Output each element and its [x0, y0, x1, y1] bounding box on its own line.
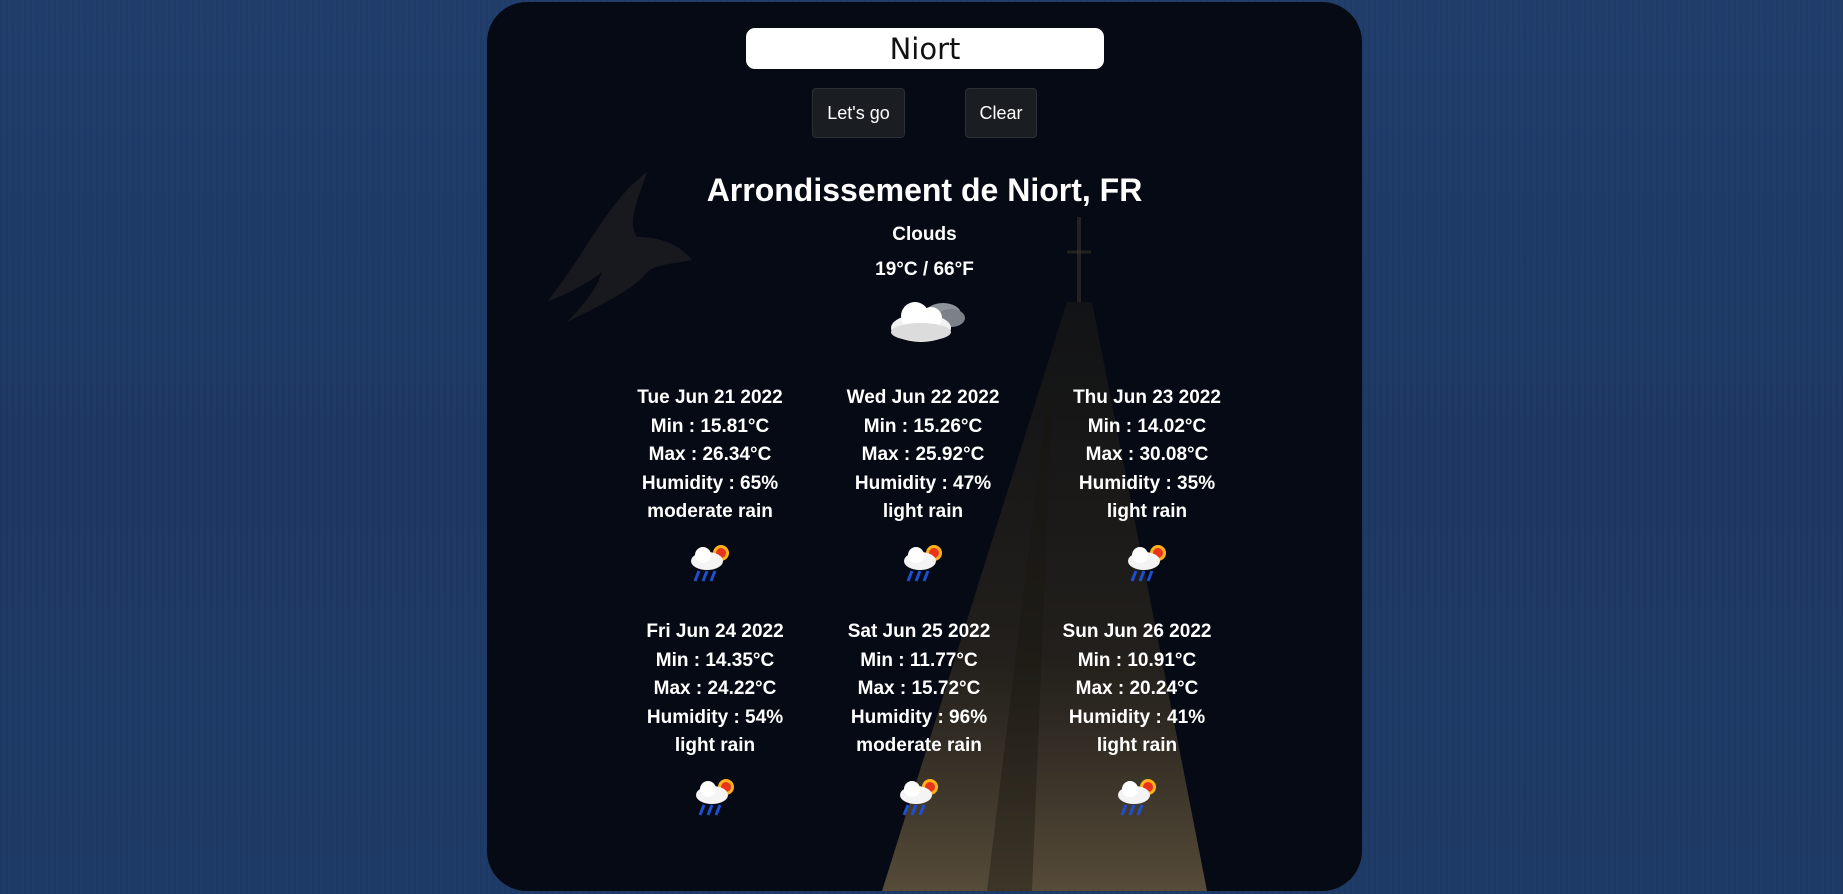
clear-button[interactable]: Clear: [965, 88, 1037, 138]
forecast-humidity: Humidity : 96%: [850, 706, 988, 728]
forecast-min: Min : 15.26°C: [863, 415, 983, 437]
forecast-humidity: Humidity : 41%: [1068, 706, 1206, 728]
forecast-day: Tue Jun 21 2022 Min : 15.81°C Max : 26.3…: [610, 384, 810, 583]
forecast-min: Min : 10.91°C: [1077, 649, 1197, 671]
forecast-description: moderate rain: [856, 735, 982, 756]
forecast-description: light rain: [882, 501, 964, 522]
forecast-humidity: Humidity : 35%: [1078, 472, 1216, 494]
forecast-min: Min : 15.81°C: [650, 415, 770, 437]
forecast-max: Max : 20.24°C: [1075, 678, 1199, 699]
forecast-date: Fri Jun 24 2022: [646, 621, 784, 642]
partly-cloudy-icon: [891, 302, 965, 342]
forecast-max: Max : 26.34°C: [648, 444, 772, 465]
rain-sun-icon: [696, 778, 734, 816]
forecast-humidity: Humidity : 47%: [854, 472, 992, 494]
city-title: Arrondissement de Niort, FR: [706, 172, 1143, 208]
forecast-date: Sun Jun 26 2022: [1062, 621, 1212, 642]
weather-panel: Let's go Clear Arrondissement de Niort, …: [487, 2, 1362, 891]
lets-go-button[interactable]: Let's go: [812, 88, 905, 138]
forecast-date: Tue Jun 21 2022: [637, 387, 783, 408]
forecast-description: light rain: [1106, 501, 1188, 522]
current-temperature: 19°C / 66°F: [875, 259, 974, 280]
current-description: Clouds: [892, 224, 957, 245]
forecast-description: light rain: [674, 735, 756, 756]
forecast-humidity: Humidity : 54%: [646, 706, 784, 728]
search-input[interactable]: [746, 28, 1104, 69]
forecast-day: Fri Jun 24 2022 Min : 14.35°C Max : 24.2…: [615, 618, 815, 817]
forecast-description: moderate rain: [647, 501, 773, 522]
forecast-min: Min : 11.77°C: [860, 649, 978, 671]
forecast-date: Thu Jun 23 2022: [1073, 387, 1221, 408]
forecast-max: Max : 30.08°C: [1085, 444, 1209, 465]
forecast-description: light rain: [1096, 735, 1178, 756]
forecast-day: Sun Jun 26 2022 Min : 10.91°C Max : 20.2…: [1037, 618, 1237, 817]
rain-sun-icon: [1128, 544, 1166, 582]
forecast-day: Wed Jun 22 2022 Min : 15.26°C Max : 25.9…: [823, 384, 1023, 583]
forecast-min: Min : 14.35°C: [655, 649, 775, 671]
forecast-max: Max : 15.72°C: [857, 678, 981, 699]
rain-sun-icon: [1118, 778, 1156, 816]
forecast-day: Sat Jun 25 2022 Min : 11.77°C Max : 15.7…: [819, 618, 1019, 817]
forecast-max: Max : 24.22°C: [653, 678, 777, 699]
forecast-date: Wed Jun 22 2022: [846, 387, 1000, 408]
rain-sun-icon: [904, 544, 942, 582]
forecast-humidity: Humidity : 65%: [641, 472, 779, 494]
forecast-max: Max : 25.92°C: [861, 444, 985, 465]
forecast-day: Thu Jun 23 2022 Min : 14.02°C Max : 30.0…: [1047, 384, 1247, 583]
forecast-min: Min : 14.02°C: [1087, 415, 1207, 437]
rain-sun-icon: [691, 544, 729, 582]
rain-sun-icon: [900, 778, 938, 816]
forecast-date: Sat Jun 25 2022: [847, 621, 991, 642]
